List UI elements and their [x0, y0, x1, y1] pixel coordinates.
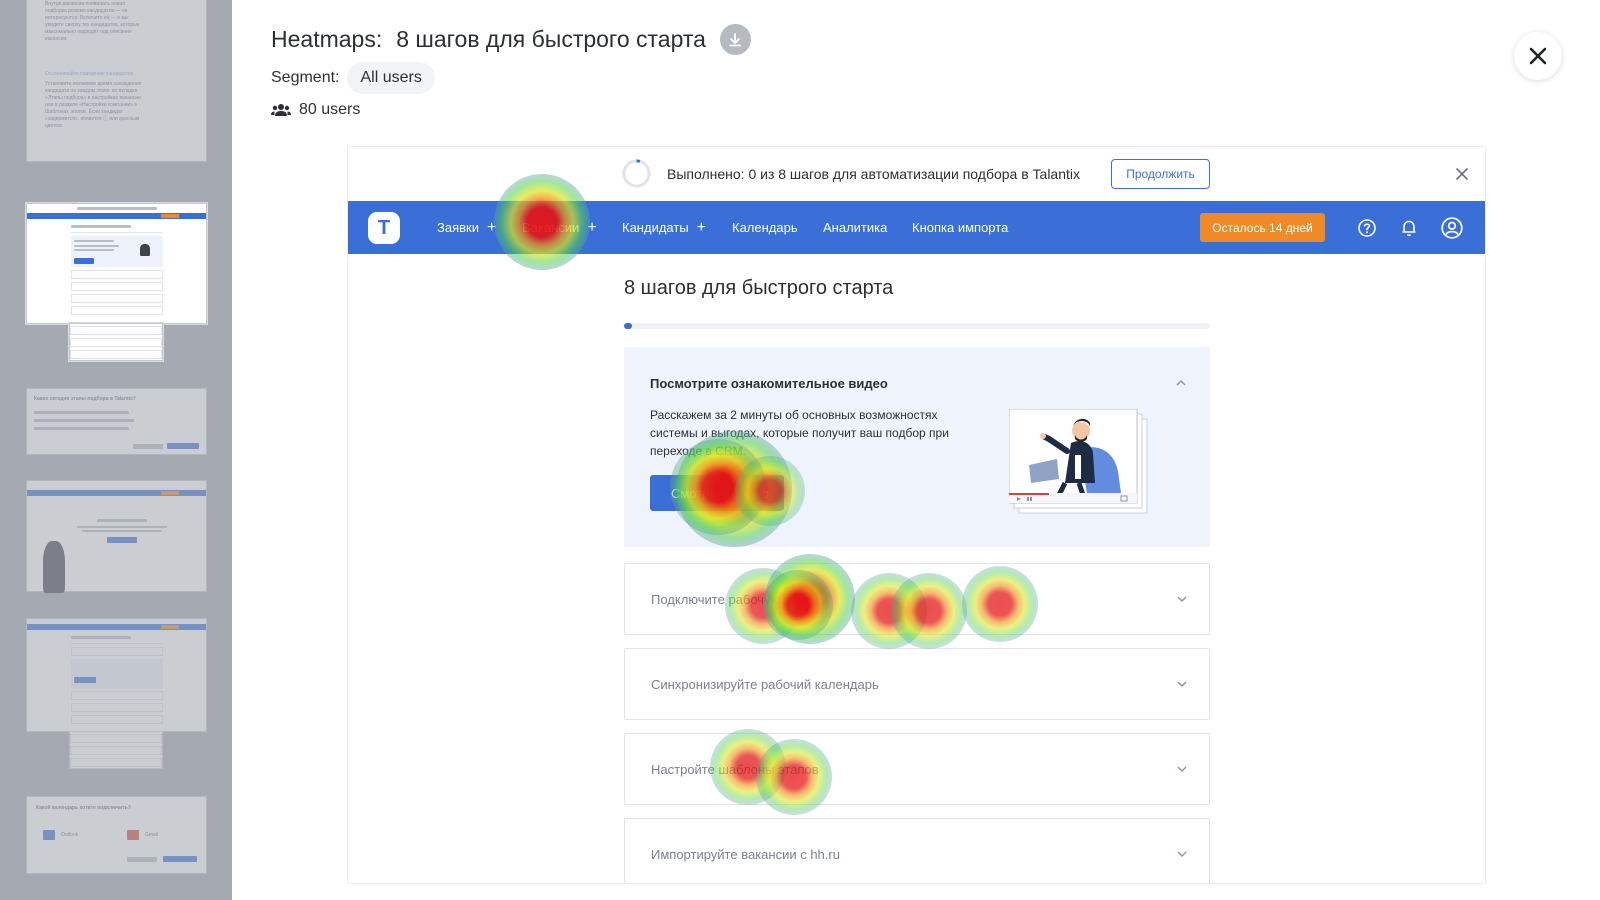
nav-vacancies[interactable]: Вакансии +: [522, 220, 597, 236]
page-thumbnail-3[interactable]: Какие сегодня этапы подбора в Talantix?: [26, 388, 207, 455]
progress-fill: [624, 323, 632, 329]
nav-calendar[interactable]: Календарь: [732, 220, 798, 235]
chevron-down-icon: [1177, 766, 1187, 772]
step-video: Посмотрите ознакомительное видео Расскаж…: [624, 347, 1210, 547]
thumb-text: Внутри вакансии появилась новая подборка …: [45, 1, 140, 42]
segment-row: Segment: All users: [271, 62, 435, 94]
chevron-down-icon: [1177, 681, 1187, 687]
page-thumbnail-4[interactable]: [26, 480, 207, 593]
step-import-vacancies[interactable]: Импортируйте вакансии с hh.ru: [624, 818, 1210, 883]
profile-icon[interactable]: [1440, 216, 1464, 240]
video-illustration[interactable]: [1009, 409, 1149, 515]
step-title: Настройте шаблоны этапов: [651, 762, 819, 777]
nav-import-button[interactable]: Кнопка импорта: [912, 220, 1008, 235]
thumb-title: Какой календарь хотите подключить?: [36, 805, 131, 811]
nav-analytics[interactable]: Аналитика: [823, 220, 887, 235]
page-title: 8 шагов для быстрого старта: [396, 26, 706, 52]
users-count: 80 users: [271, 101, 360, 119]
step-sync-calendar[interactable]: Синхронизируйте рабочий календарь: [624, 648, 1210, 720]
step-connect-mail[interactable]: Подключите рабочую почту: [624, 563, 1210, 635]
segment-selector[interactable]: All users: [347, 62, 435, 94]
page-thumbnail-2-overflow: [69, 323, 163, 361]
close-icon[interactable]: [1454, 166, 1470, 182]
close-icon: [1529, 47, 1547, 65]
progress-ring-icon: [622, 159, 651, 188]
chevron-up-icon[interactable]: [1175, 377, 1187, 389]
quickstart-progress: [624, 323, 1210, 329]
step-title: Синхронизируйте рабочий календарь: [651, 677, 879, 692]
quickstart-title: 8 шагов для быстрого старта: [624, 277, 894, 299]
download-button[interactable]: [719, 24, 751, 55]
thumb-text: Установите желаемое время нахождения канд…: [45, 81, 142, 129]
step-title[interactable]: Посмотрите ознакомительное видео: [650, 376, 888, 391]
segment-label: Segment:: [271, 69, 340, 86]
close-button[interactable]: [1514, 32, 1562, 80]
page-thumbnail-1[interactable]: Внутри вакансии появилась новая подборка …: [26, 0, 207, 162]
continue-button[interactable]: Продолжить: [1111, 159, 1210, 189]
bell-icon[interactable]: [1398, 217, 1420, 239]
chevron-down-icon: [1177, 596, 1187, 602]
trial-days-button[interactable]: Осталось 14 дней: [1200, 213, 1325, 242]
step-stage-templates[interactable]: Настройте шаблоны этапов: [624, 733, 1210, 805]
title-label: Heatmaps:: [271, 26, 383, 52]
page-screenshot: Выполнено: 0 из 8 шагов для автоматизаци…: [348, 147, 1485, 883]
heatmap-title-row: Heatmaps: 8 шагов для быстрого старта: [271, 24, 751, 55]
top-navigation: T Заявки + Вакансии + Кандидаты + Календарь…: [348, 201, 1485, 254]
thumb-option: Gmail: [145, 832, 159, 838]
page-thumbnail-5-overflow: [69, 731, 163, 769]
thumb-link: Отслеживайте поведение кандидатов: [45, 71, 133, 77]
step-title: Подключите рабочую почту: [651, 592, 818, 607]
thumbnail-sidebar: Внутри вакансии появилась новая подборка …: [0, 0, 232, 900]
users-icon: [271, 104, 291, 116]
step-description: Расскажем за 2 минуты об основных возмож…: [650, 408, 949, 458]
download-icon: [729, 32, 742, 46]
users-count-label: 80 users: [299, 101, 361, 118]
chevron-down-icon: [1177, 851, 1187, 857]
nav-requests[interactable]: Заявки +: [437, 220, 496, 236]
thumb-option: Outlook: [61, 832, 79, 838]
help-icon[interactable]: [1356, 217, 1378, 239]
nav-candidates[interactable]: Кандидаты +: [622, 220, 706, 236]
talantix-logo[interactable]: T: [368, 212, 400, 244]
banner-text: Выполнено: 0 из 8 шагов для автоматизаци…: [667, 166, 1080, 182]
page-thumbnail-6[interactable]: Какой календарь хотите подключить? Outlo…: [26, 796, 207, 874]
watch-video-button[interactable]: Смотреть видео: [650, 475, 784, 511]
page-thumbnail-5[interactable]: [26, 618, 207, 732]
step-title: Импортируйте вакансии с hh.ru: [651, 847, 840, 862]
page-thumbnail-2[interactable]: [26, 203, 207, 324]
onboarding-banner: Выполнено: 0 из 8 шагов для автоматизаци…: [348, 147, 1485, 201]
thumb-title: Какие сегодня этапы подбора в Talantix?: [34, 396, 136, 402]
